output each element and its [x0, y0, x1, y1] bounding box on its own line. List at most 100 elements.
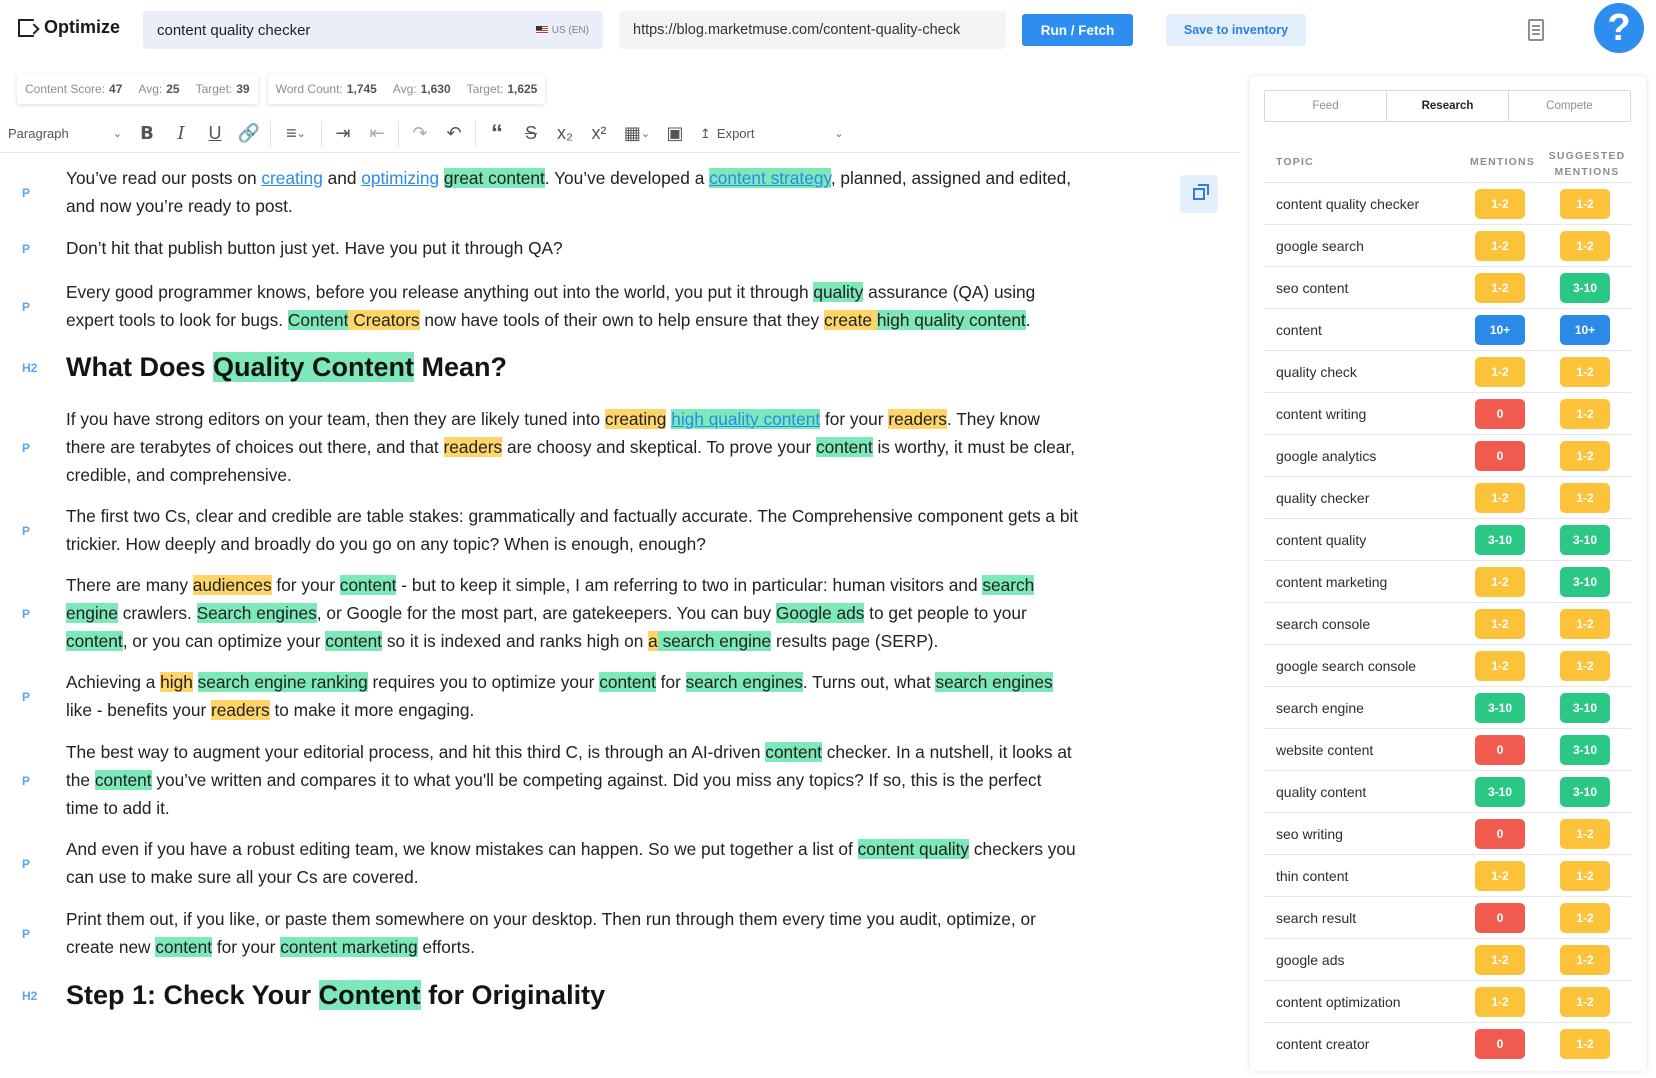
link[interactable]: content strategy	[709, 168, 831, 188]
table-row[interactable]: seo writing 0 1-2	[1264, 812, 1631, 854]
table-row[interactable]: google analytics 0 1-2	[1264, 434, 1631, 476]
image-icon[interactable]: ▣	[658, 119, 692, 149]
block-tag: P	[22, 300, 31, 314]
table-row[interactable]: quality content 3-10 3-10	[1264, 770, 1631, 812]
table-row[interactable]: content quality 3-10 3-10	[1264, 518, 1631, 560]
table-row[interactable]: content quality checker 1-2 1-2	[1264, 182, 1631, 224]
link[interactable]: high quality content	[671, 409, 821, 429]
link[interactable]: creating	[261, 168, 322, 188]
paragraph-text[interactable]: There are many audiences for your conten…	[66, 571, 1186, 655]
mentions-badge: 0	[1475, 1028, 1525, 1059]
bold-icon[interactable]: B	[130, 119, 164, 149]
mentions-badge: 1-2	[1475, 986, 1525, 1017]
save-to-inventory-button[interactable]: Save to inventory	[1166, 14, 1306, 46]
underline-icon[interactable]: U	[198, 119, 232, 149]
tab-compete[interactable]: Compete	[1509, 91, 1630, 121]
undo-icon[interactable]: ↶	[437, 119, 471, 149]
chevron-down-icon: ⌄	[112, 128, 122, 140]
heading-text[interactable]: What Does Quality Content Mean?	[66, 350, 1186, 384]
table-row[interactable]: search console 1-2 1-2	[1264, 602, 1631, 644]
topic-name: google search console	[1276, 657, 1417, 674]
exit-icon[interactable]	[18, 18, 34, 37]
indent-icon[interactable]: ⇥	[326, 119, 360, 149]
table-row[interactable]: search result 0 1-2	[1264, 896, 1631, 938]
block-tag: P	[22, 774, 31, 788]
paragraph-text[interactable]: And even if you have a robust editing te…	[66, 835, 1186, 891]
run-fetch-button[interactable]: Run / Fetch	[1022, 14, 1133, 46]
suggested-mentions-badge: 3-10	[1560, 566, 1610, 597]
subscript-icon[interactable]: x₂	[548, 119, 582, 149]
table-row[interactable]: google search console 1-2 1-2	[1264, 644, 1631, 686]
paragraph-text[interactable]: The best way to augment your editorial p…	[66, 738, 1186, 822]
mentions-column-header[interactable]: MENTIONS	[1470, 156, 1535, 168]
topic-name: content creator	[1276, 1035, 1370, 1052]
table-row[interactable]: content 10+ 10+	[1264, 308, 1631, 350]
redo-icon[interactable]: ↷	[403, 119, 437, 149]
mentions-badge: 0	[1475, 818, 1525, 849]
word-count-chip[interactable]: Word Count: 1,745 Avg: 1,630 Target: 1,6…	[267, 74, 546, 104]
bullet-list-icon[interactable]: ≡ ⌄	[275, 119, 317, 149]
mentions-badge: 3-10	[1475, 692, 1525, 723]
topics-table: content quality checker 1-2 1-2 google sear…	[1264, 182, 1631, 1064]
table-row[interactable]: quality check 1-2 1-2	[1264, 350, 1631, 392]
content-score-chip[interactable]: Content Score: 47 Avg: 25 Target: 39	[17, 74, 258, 104]
tab-research[interactable]: Research	[1387, 91, 1509, 121]
table-row[interactable]: google ads 1-2 1-2	[1264, 938, 1631, 980]
help-button[interactable]: ?	[1594, 3, 1644, 53]
topic-column-header[interactable]: TOPIC	[1276, 156, 1314, 168]
url-input[interactable]: https://blog.marketmuse.com/content-qual…	[619, 11, 1006, 49]
topic-name: content marketing	[1276, 573, 1388, 590]
link[interactable]: optimizing	[361, 168, 439, 188]
suggested-mentions-column-header[interactable]: SUGGESTED MENTIONS	[1547, 148, 1627, 180]
locale-selector[interactable]: US (EN)	[535, 24, 589, 36]
table-row[interactable]: content writing 0 1-2	[1264, 392, 1631, 434]
mentions-badge: 1-2	[1475, 860, 1525, 891]
topic-name: search engine	[1276, 699, 1364, 716]
table-row[interactable]: search engine 3-10 3-10	[1264, 686, 1631, 728]
locale-label: US (EN)	[551, 24, 589, 36]
paragraph-text[interactable]: Print them out, if you like, or paste th…	[66, 905, 1186, 961]
outdent-icon[interactable]: ⇤	[360, 119, 394, 149]
keyword-input[interactable]: content quality checker US (EN)	[143, 11, 603, 49]
mentions-badge: 1-2	[1475, 230, 1525, 261]
block-tag: P	[22, 690, 31, 704]
superscript-icon[interactable]: x²	[582, 119, 616, 149]
table-row[interactable]: quality checker 1-2 1-2	[1264, 476, 1631, 518]
table-row[interactable]: google search 1-2 1-2	[1264, 224, 1631, 266]
mentions-badge: 0	[1475, 902, 1525, 933]
block-tag: P	[22, 927, 31, 941]
table-row[interactable]: content marketing 1-2 3-10	[1264, 560, 1631, 602]
suggested-mentions-badge: 1-2	[1560, 944, 1610, 975]
url-value: https://blog.marketmuse.com/content-qual…	[633, 22, 961, 38]
heading-text[interactable]: Step 1: Check Your Content for Originali…	[66, 978, 1186, 1012]
top-bar: Optimize content quality checker US (EN)…	[0, 0, 1656, 62]
strikethrough-icon[interactable]: S	[514, 119, 548, 149]
clipboard-icon[interactable]	[1528, 19, 1544, 41]
paragraph-text[interactable]: Every good programmer knows, before you …	[66, 278, 1186, 334]
suggested-mentions-badge: 3-10	[1560, 692, 1610, 723]
table-row[interactable]: thin content 1-2 1-2	[1264, 854, 1631, 896]
block-tag: P	[22, 441, 31, 455]
table-icon[interactable]: ▦ ⌄	[616, 119, 658, 149]
table-row[interactable]: website content 0 3-10	[1264, 728, 1631, 770]
block-tag: P	[22, 607, 31, 621]
paragraph-text[interactable]: If you have strong editors on your team,…	[66, 405, 1186, 489]
table-row[interactable]: content optimization 1-2 1-2	[1264, 980, 1631, 1022]
paragraph-text[interactable]: Don’t hit that publish button just yet. …	[66, 234, 1186, 262]
quote-icon[interactable]: “	[480, 119, 514, 149]
table-row[interactable]: content creator 0 1-2	[1264, 1022, 1631, 1064]
editor-content[interactable]: P You’ve read our posts on creating and …	[0, 160, 1240, 1078]
word-target-label: Target:	[466, 82, 504, 96]
paragraph-text[interactable]: Achieving a high search engine ranking r…	[66, 668, 1186, 724]
paragraph-text[interactable]: The first two Cs, clear and credible are…	[66, 502, 1186, 558]
copy-icon[interactable]	[1180, 175, 1218, 213]
chevron-down-icon[interactable]: ⌄	[822, 119, 856, 149]
link-icon[interactable]: 🔗	[232, 119, 266, 149]
export-button[interactable]: ↥ Export	[692, 126, 822, 142]
block-type-select[interactable]: Paragraph ⌄	[0, 126, 130, 141]
paragraph-text[interactable]: You’ve read our posts on creating and op…	[66, 164, 1186, 220]
mentions-badge: 3-10	[1475, 776, 1525, 807]
italic-icon[interactable]: I	[164, 119, 198, 149]
table-row[interactable]: seo content 1-2 3-10	[1264, 266, 1631, 308]
tab-feed[interactable]: Feed	[1265, 91, 1387, 121]
